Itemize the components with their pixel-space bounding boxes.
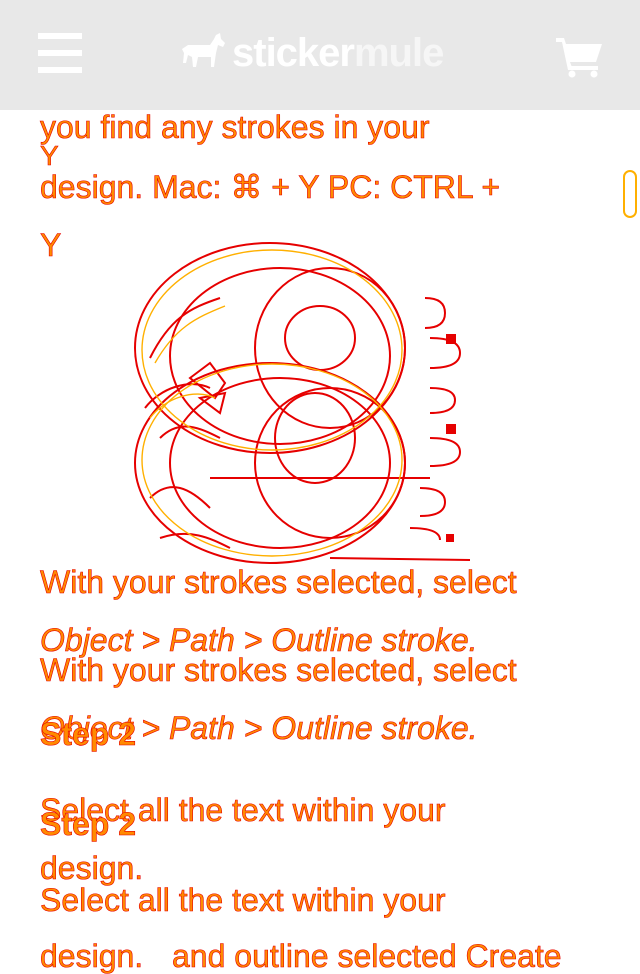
instruction-text: Select all the text within your bbox=[40, 882, 446, 919]
shopping-cart-icon[interactable] bbox=[556, 36, 604, 78]
body-text-line: design. Mac: ⌘ + Y PC: CTRL + bbox=[40, 169, 501, 206]
step-heading: Step 2 bbox=[40, 716, 137, 753]
body-text-line: Y bbox=[40, 227, 62, 264]
body-text-line: you find any strokes in your bbox=[40, 109, 430, 146]
instruction-text: With your strokes selected, select bbox=[40, 564, 517, 601]
sticker-mule-logo[interactable]: stickermule bbox=[180, 30, 444, 76]
stroked-lettering-illustration bbox=[134, 242, 471, 564]
instruction-text: With your strokes selected, select bbox=[40, 652, 517, 689]
site-header: stickermule bbox=[0, 0, 640, 110]
logo-text-sticker: sticker bbox=[232, 31, 355, 75]
scrollbar-thumb[interactable] bbox=[623, 170, 637, 218]
article-content: you find any strokes in your Y design. M… bbox=[0, 0, 640, 974]
instruction-text: design. bbox=[40, 938, 144, 974]
instruction-text: design. bbox=[40, 850, 144, 887]
instruction-text-fragment: and outline selected Create bbox=[172, 938, 562, 974]
hamburger-menu-icon[interactable] bbox=[38, 33, 82, 73]
mule-icon bbox=[182, 33, 225, 67]
logo-text-mule: mule bbox=[353, 31, 444, 75]
step-heading: Step 2 bbox=[40, 806, 137, 843]
